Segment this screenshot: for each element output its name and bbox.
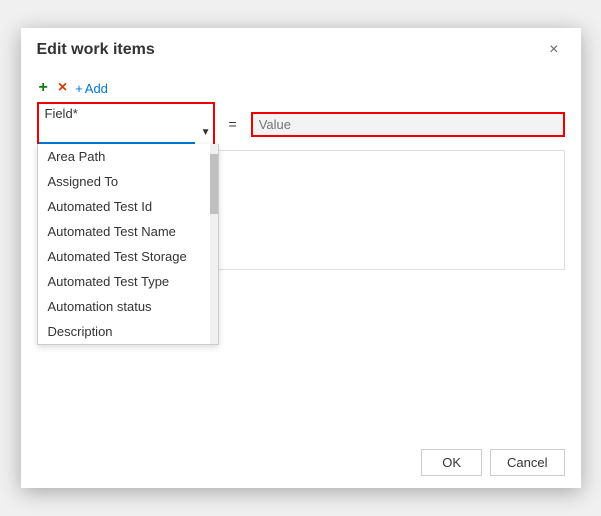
list-item[interactable]: Description <box>38 319 218 344</box>
close-button[interactable]: × <box>543 40 564 60</box>
equals-sign: = <box>223 116 243 132</box>
dropdown-list-inner: Area Path Assigned To Automated Test Id … <box>38 144 218 344</box>
field-row: Field* ▼ Area Path Assigned To Automated… <box>37 102 565 146</box>
add-button[interactable]: + <box>37 80 50 96</box>
scrollbar-thumb[interactable] <box>210 154 218 214</box>
dialog-title: Edit work items <box>37 41 155 59</box>
dialog-header: Edit work items × <box>21 28 581 68</box>
add-link-label: Add <box>85 81 108 96</box>
ok-button[interactable]: OK <box>421 449 482 476</box>
dialog-footer: OK Cancel <box>21 437 581 488</box>
required-star: * <box>73 106 78 121</box>
edit-work-items-dialog: Edit work items × + × + Add Field* <box>21 28 581 488</box>
dropdown-container: ▼ Area Path Assigned To Automated Test I… <box>39 121 217 144</box>
field-input-row: ▼ <box>39 121 217 144</box>
toolbar-row: + × + Add <box>37 80 565 96</box>
scrollbar-track <box>210 144 218 344</box>
add-plus-icon: + <box>75 81 83 96</box>
list-item[interactable]: Automation status <box>38 294 218 319</box>
list-item[interactable]: Automated Test Id <box>38 194 218 219</box>
remove-button[interactable]: × <box>56 80 69 96</box>
value-input[interactable] <box>253 114 563 135</box>
list-item[interactable]: Automated Test Storage <box>38 244 218 269</box>
cancel-button[interactable]: Cancel <box>490 449 564 476</box>
dialog-body: + × + Add Field* ▼ <box>21 68 581 437</box>
field-label: Field* <box>39 104 213 121</box>
list-item[interactable]: Area Path <box>38 144 218 169</box>
field-wrapper: Field* ▼ Area Path Assigned To Automated… <box>37 102 215 146</box>
list-item[interactable]: Automated Test Type <box>38 269 218 294</box>
dropdown-arrow-icon[interactable]: ▼ <box>195 124 217 141</box>
add-link[interactable]: + Add <box>75 81 108 96</box>
value-wrapper <box>251 112 565 137</box>
list-item[interactable]: Assigned To <box>38 169 218 194</box>
list-item[interactable]: Automated Test Name <box>38 219 218 244</box>
dropdown-list: Area Path Assigned To Automated Test Id … <box>37 144 219 345</box>
field-input[interactable] <box>39 121 195 144</box>
